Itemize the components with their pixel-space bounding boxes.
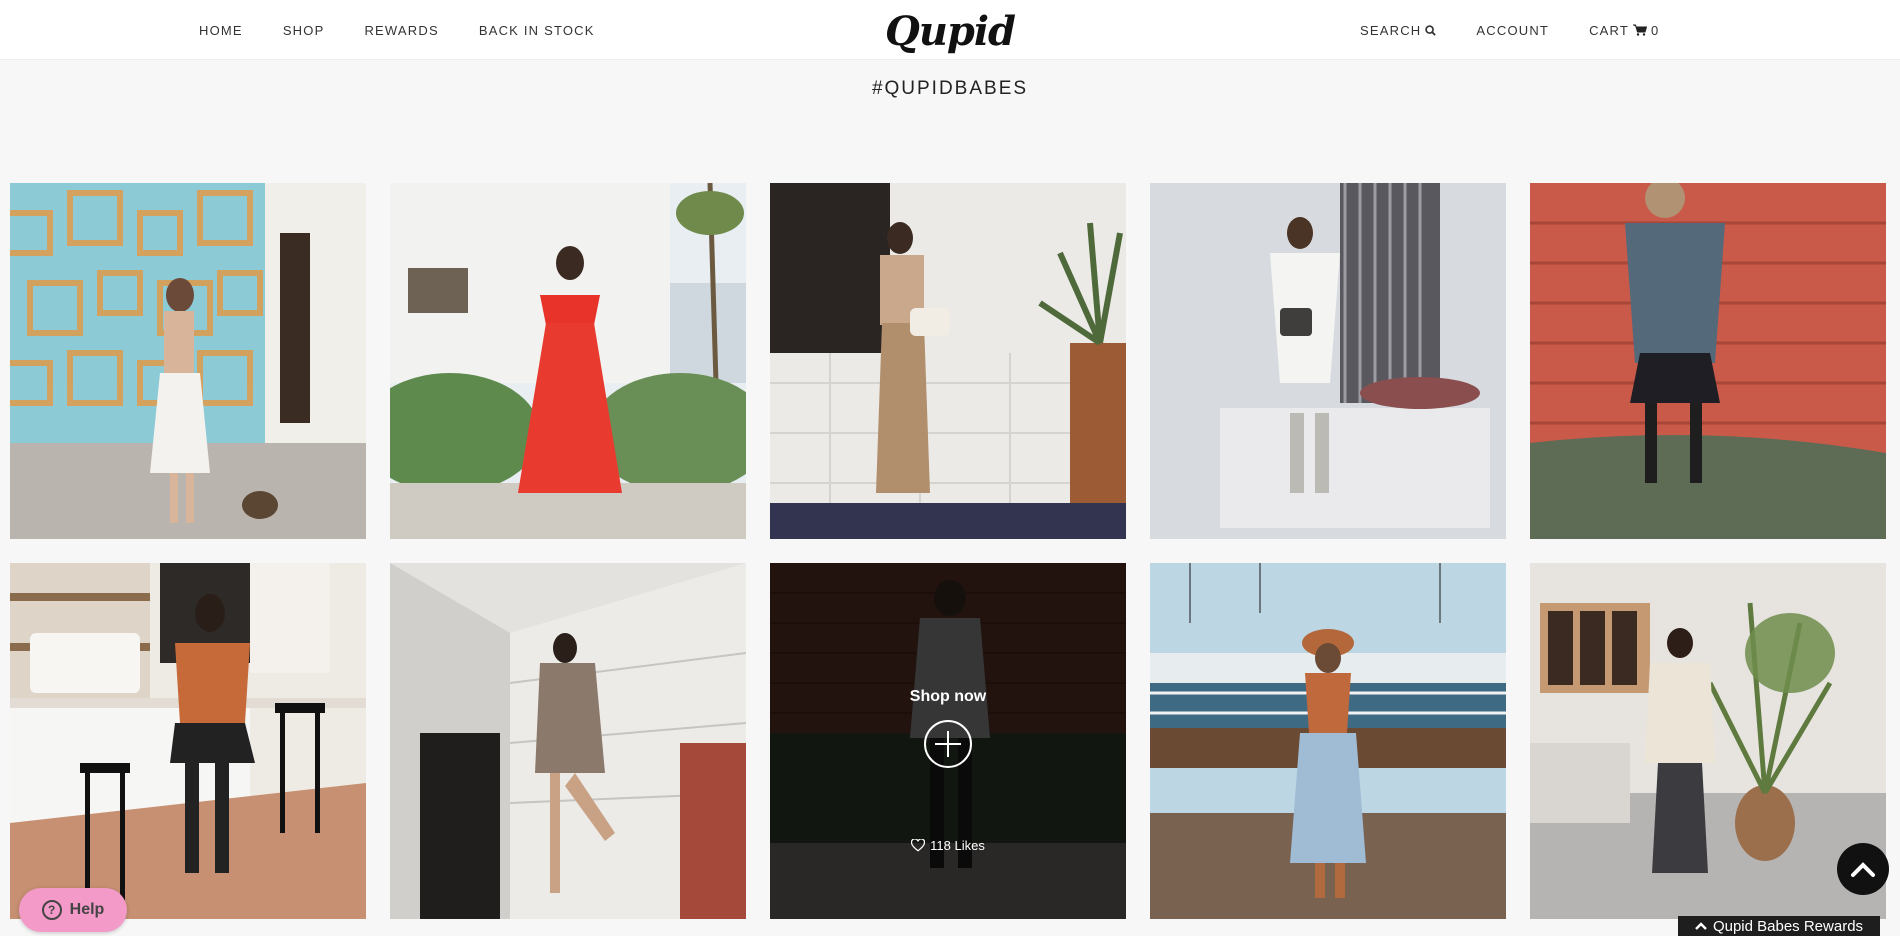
- scroll-to-top-button[interactable]: [1837, 843, 1889, 895]
- gallery-photo[interactable]: [390, 183, 746, 539]
- heart-icon: [911, 839, 926, 852]
- gallery-photo[interactable]: [10, 563, 366, 919]
- likes-label: 118 Likes: [930, 838, 985, 853]
- likes-count: 118 Likes: [911, 838, 985, 853]
- chevron-up-icon: [1851, 862, 1875, 877]
- nav-shop-link[interactable]: SHOP: [283, 23, 325, 38]
- cart-count: 0: [1651, 22, 1660, 38]
- nav-rewards-link[interactable]: REWARDS: [364, 23, 438, 38]
- cart-icon: [1633, 24, 1648, 36]
- site-header: HOME SHOP REWARDS BACK IN STOCK Qupid SE…: [0, 0, 1900, 60]
- gallery-photo[interactable]: [770, 183, 1126, 539]
- cart-link[interactable]: CART 0: [1589, 23, 1659, 38]
- photo-jacket-plant: [1530, 563, 1886, 919]
- photo-cafe-counter: [10, 563, 366, 919]
- photo-red-dress: [390, 183, 746, 539]
- photo-white-dress-boots: [1150, 183, 1506, 539]
- photo-sweater-dress-brick: [390, 563, 746, 919]
- gallery-photo[interactable]: [1530, 563, 1886, 919]
- help-button[interactable]: ? Help: [19, 888, 127, 932]
- rewards-label: Qupid Babes Rewards: [1712, 917, 1864, 935]
- gallery-photo[interactable]: [390, 563, 746, 919]
- utility-nav: SEARCH ACCOUNT CART 0: [1360, 0, 1659, 60]
- search-label: SEARCH: [1360, 22, 1422, 38]
- rewards-tab[interactable]: Qupid Babes Rewards: [1678, 916, 1880, 936]
- cart-label: CART: [1589, 22, 1630, 38]
- site-logo[interactable]: Qupid: [885, 8, 1016, 55]
- question-icon: ?: [41, 900, 62, 920]
- account-link[interactable]: ACCOUNT: [1476, 23, 1549, 38]
- gallery-photo-hovered[interactable]: Shop now 118 Likes: [770, 563, 1126, 919]
- gallery-photo[interactable]: [1150, 563, 1506, 919]
- photo-marina-bench: [1150, 563, 1506, 919]
- gallery-photo[interactable]: [10, 183, 366, 539]
- nav-home-link[interactable]: HOME: [199, 23, 243, 38]
- gallery-photo[interactable]: [1150, 183, 1506, 539]
- search-icon: [1425, 24, 1437, 36]
- search-link[interactable]: SEARCH: [1360, 22, 1437, 38]
- chevron-up-icon: [1695, 922, 1707, 930]
- photo-cream-outfit-wall: [770, 183, 1126, 539]
- nav-back-in-stock-link[interactable]: BACK IN STOCK: [479, 23, 595, 38]
- shop-now-overlay[interactable]: Shop now 118 Likes: [770, 563, 1126, 919]
- page-title: #QUPIDBABES: [871, 78, 1029, 99]
- photo-woman-pattern-wall: [10, 183, 366, 539]
- primary-nav: HOME SHOP REWARDS BACK IN STOCK: [199, 0, 595, 60]
- help-label: Help: [69, 901, 105, 918]
- photo-red-wood-wall: [1530, 183, 1886, 539]
- gallery-photo[interactable]: [1530, 183, 1886, 539]
- plus-circle-icon[interactable]: [924, 720, 972, 768]
- shop-now-label: Shop now: [909, 688, 987, 705]
